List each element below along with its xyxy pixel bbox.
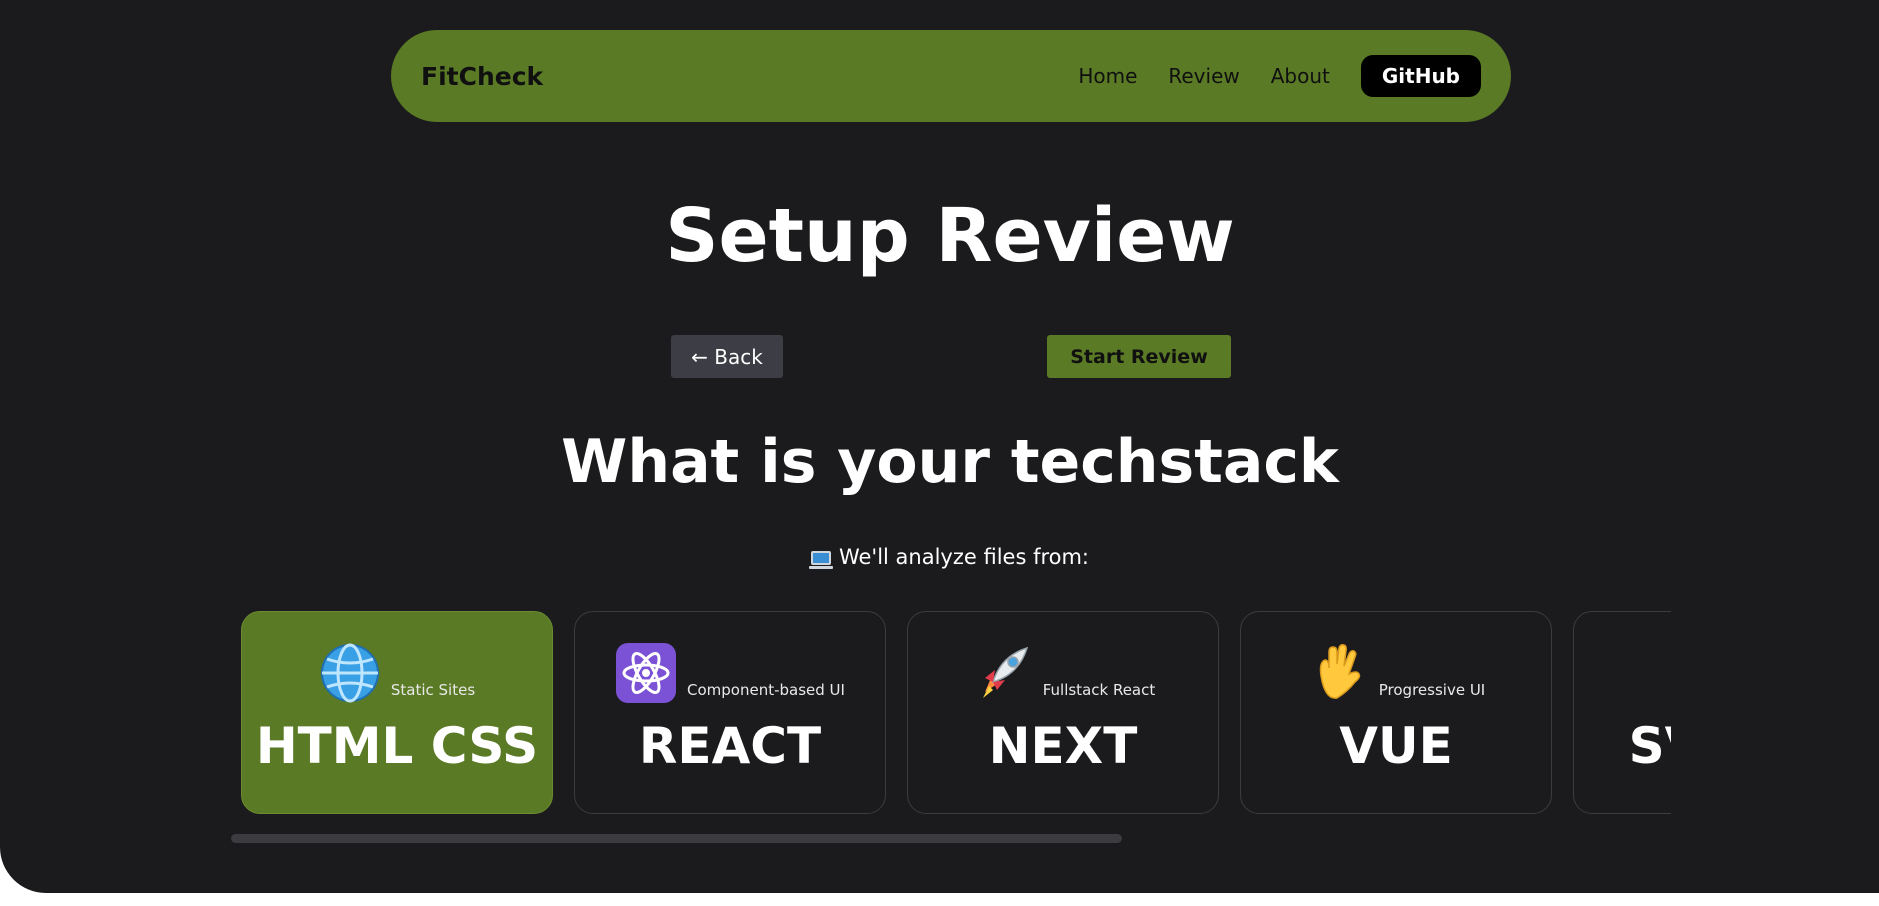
techstack-card-svelte[interactable]: SVELTE bbox=[1573, 611, 1671, 814]
analyze-note: We'll analyze files from: bbox=[0, 545, 1879, 569]
card-title: HTML CSS bbox=[255, 717, 539, 775]
card-subtitle: Component-based UI bbox=[687, 681, 845, 699]
card-header: Component-based UI bbox=[575, 642, 885, 704]
card-title: SVELTE bbox=[1628, 717, 1671, 775]
card-header bbox=[1574, 642, 1671, 704]
start-review-button[interactable]: Start Review bbox=[1047, 335, 1231, 378]
rocket-icon bbox=[971, 642, 1033, 704]
card-title: REACT bbox=[638, 717, 822, 775]
card-title: VUE bbox=[1339, 717, 1453, 775]
brand-logo[interactable]: FitCheck bbox=[421, 62, 543, 91]
top-navbar: FitCheck Home Review About GitHub bbox=[391, 30, 1511, 122]
carousel-scrollbar[interactable] bbox=[231, 834, 1122, 843]
nav-link-about[interactable]: About bbox=[1271, 64, 1330, 88]
analyze-note-text: We'll analyze files from: bbox=[838, 545, 1090, 569]
back-button[interactable]: ← Back bbox=[671, 335, 783, 378]
techstack-carousel[interactable]: Static Sites HTML CSS Component-based UI… bbox=[241, 611, 1671, 815]
card-header: Fullstack React bbox=[908, 642, 1218, 704]
card-subtitle: Static Sites bbox=[390, 681, 476, 699]
card-header: Progressive UI bbox=[1241, 642, 1551, 704]
techstack-card-react[interactable]: Component-based UI REACT bbox=[574, 611, 886, 814]
atom-icon bbox=[615, 642, 677, 704]
nav-link-review[interactable]: Review bbox=[1168, 64, 1239, 88]
page-title: Setup Review bbox=[665, 193, 1235, 279]
techstack-card-next[interactable]: Fullstack React NEXT bbox=[907, 611, 1219, 814]
app-window: FitCheck Home Review About GitHub Setup … bbox=[0, 0, 1879, 893]
globe-icon bbox=[319, 642, 381, 704]
techstack-card-html-css[interactable]: Static Sites HTML CSS bbox=[241, 611, 553, 814]
card-subtitle: Progressive UI bbox=[1378, 681, 1486, 699]
techstack-question: What is your techstack bbox=[561, 427, 1339, 497]
techstack-card-list: Static Sites HTML CSS Component-based UI… bbox=[241, 611, 1671, 814]
nav-links: Home Review About GitHub bbox=[1078, 55, 1481, 97]
card-title: NEXT bbox=[988, 717, 1138, 775]
card-header: Static Sites bbox=[242, 642, 552, 704]
techstack-card-vue[interactable]: Progressive UI VUE bbox=[1240, 611, 1552, 814]
waving-hand-icon bbox=[1307, 642, 1369, 704]
laptop-icon bbox=[808, 551, 833, 569]
nav-link-home[interactable]: Home bbox=[1078, 64, 1137, 88]
github-button[interactable]: GitHub bbox=[1360, 55, 1481, 97]
card-subtitle: Fullstack React bbox=[1042, 681, 1156, 699]
